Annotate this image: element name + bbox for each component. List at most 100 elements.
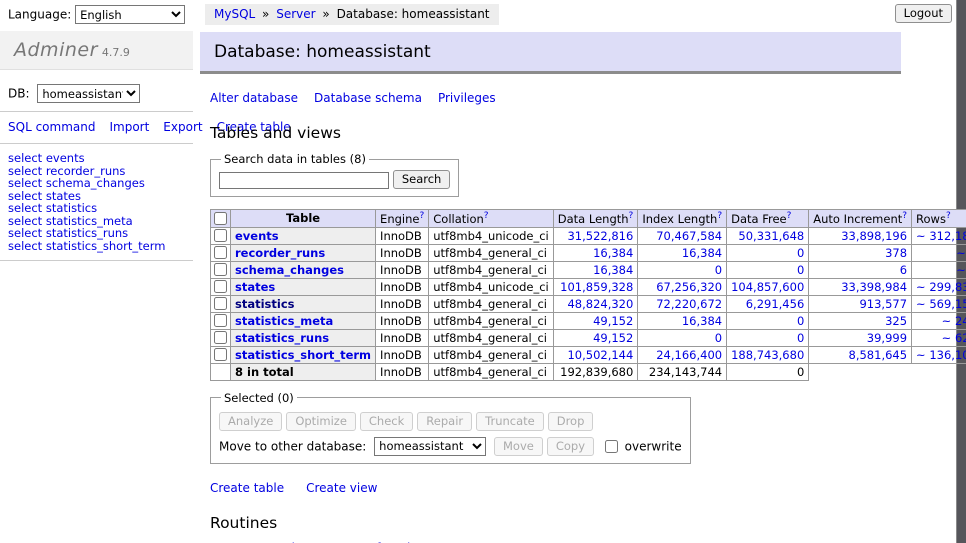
auto-increment-cell[interactable]: 33,898,196 [809, 227, 912, 244]
select-all-cell [211, 210, 231, 228]
copy-button[interactable]: Copy [547, 437, 594, 456]
select-all-checkbox[interactable] [214, 212, 227, 225]
data-free-cell[interactable]: 0 [727, 261, 809, 278]
data-length-cell[interactable]: 101,859,328 [553, 278, 638, 295]
app-version[interactable]: 4.7.9 [102, 46, 130, 59]
auto-increment-cell[interactable]: 913,577 [809, 295, 912, 312]
index-length-cell[interactable]: 70,467,584 [638, 227, 727, 244]
logout-button[interactable]: Logout [895, 4, 952, 23]
database-subnav-link[interactable]: Alter database [210, 91, 298, 105]
bulk-optimize-button[interactable]: Optimize [286, 412, 356, 431]
search-input[interactable] [219, 172, 389, 189]
data-free-cell[interactable]: 0 [727, 244, 809, 261]
sidebar-action-link[interactable]: SQL command [8, 120, 95, 134]
column-help-link[interactable]: ? [787, 211, 792, 221]
create-table-link[interactable]: Create table [210, 481, 284, 495]
column-help-link[interactable]: ? [946, 211, 951, 221]
column-help-link[interactable]: ? [484, 211, 489, 221]
rows-count-cell[interactable]: ~ 5 [912, 244, 966, 261]
column-help-link[interactable]: ? [902, 211, 907, 221]
auto-increment-cell[interactable]: 378 [809, 244, 912, 261]
table-name-link[interactable]: statistics_short_term [235, 348, 371, 362]
auto-increment-cell[interactable]: 33,398,984 [809, 278, 912, 295]
rows-count-cell[interactable]: ~ 136,108 [912, 346, 966, 363]
row-select-cell [211, 278, 231, 295]
data-length-cell[interactable]: 16,384 [553, 244, 638, 261]
sidebar-table-link[interactable]: select statistics_short_term [8, 239, 165, 253]
data-length-cell[interactable]: 31,522,816 [553, 227, 638, 244]
table-name-link[interactable]: statistics [235, 297, 295, 311]
index-length-cell[interactable]: 24,166,400 [638, 346, 727, 363]
create-view-link[interactable]: Create view [306, 481, 377, 495]
table-name-link[interactable]: states [235, 280, 275, 294]
table-name-link[interactable]: statistics_runs [235, 331, 329, 345]
bulk-truncate-button[interactable]: Truncate [476, 412, 544, 431]
sidebar-divider-2 [0, 143, 193, 144]
search-button[interactable]: Search [393, 170, 451, 189]
column-help-link[interactable]: ? [717, 211, 722, 221]
bulk-analyze-button[interactable]: Analyze [219, 412, 282, 431]
rows-count-cell[interactable]: ~ 299,833 [912, 278, 966, 295]
index-length-cell[interactable]: 0 [638, 261, 727, 278]
rows-count-cell[interactable]: ~ 244 [912, 312, 966, 329]
db-select[interactable]: homeassistant [37, 84, 140, 103]
data-free-cell[interactable]: 0 [727, 329, 809, 346]
data-free-cell[interactable]: 0 [727, 312, 809, 329]
bulk-repair-button[interactable]: Repair [417, 412, 472, 431]
auto-increment-cell[interactable]: 6 [809, 261, 912, 278]
auto-increment-cell[interactable]: 8,581,645 [809, 346, 912, 363]
sidebar-action-link[interactable]: Import [109, 120, 149, 134]
rows-count-cell[interactable]: ~ 628 [912, 329, 966, 346]
data-free-cell[interactable]: 104,857,600 [727, 278, 809, 295]
row-checkbox[interactable] [214, 229, 227, 242]
rows-count-cell[interactable]: ~ 569,159 [912, 295, 966, 312]
column-help-link[interactable]: ? [419, 211, 424, 221]
index-length-cell[interactable]: 67,256,320 [638, 278, 727, 295]
row-checkbox[interactable] [214, 263, 227, 276]
data-length-cell[interactable]: 48,824,320 [553, 295, 638, 312]
data-length-cell[interactable]: 49,152 [553, 312, 638, 329]
data-length-cell[interactable]: 16,384 [553, 261, 638, 278]
database-subnav-link[interactable]: Privileges [438, 91, 496, 105]
auto-increment-cell[interactable]: 39,999 [809, 329, 912, 346]
row-checkbox[interactable] [214, 297, 227, 310]
index-length-cell[interactable]: 0 [638, 329, 727, 346]
database-subnav-link[interactable]: Database schema [314, 91, 422, 105]
row-checkbox[interactable] [214, 314, 227, 327]
table-name-link[interactable]: events [235, 229, 279, 243]
row-select-cell [211, 244, 231, 261]
tables-footer: 8 in totalInnoDButf8mb4_general_ci192,83… [211, 363, 966, 380]
adminer-screen: Language: English Adminer4.7.9 DB: homea… [0, 0, 966, 543]
table-name-link[interactable]: schema_changes [235, 263, 344, 277]
index-length-cell[interactable]: 16,384 [638, 312, 727, 329]
language-select[interactable]: English [75, 5, 185, 24]
auto-increment-cell[interactable]: 325 [809, 312, 912, 329]
rows-count-cell[interactable]: ~ 3 [912, 261, 966, 278]
data-free-cell[interactable]: 188,743,680 [727, 346, 809, 363]
table-row: eventsInnoDButf8mb4_unicode_ci31,522,816… [211, 227, 966, 244]
move-database-select[interactable]: homeassistant [374, 437, 486, 456]
table-row: statisticsInnoDButf8mb4_general_ci48,824… [211, 295, 966, 312]
index-length-cell[interactable]: 72,220,672 [638, 295, 727, 312]
bulk-drop-button[interactable]: Drop [548, 412, 594, 431]
selected-fieldset: Selected (0) AnalyzeOptimizeCheckRepairT… [210, 391, 691, 465]
breadcrumb-link-server[interactable]: Server [276, 7, 315, 21]
column-help-link[interactable]: ? [629, 211, 634, 221]
table-name-link[interactable]: recorder_runs [235, 246, 325, 260]
rows-count-cell[interactable]: ~ 312,180 [912, 227, 966, 244]
bulk-check-button[interactable]: Check [360, 412, 413, 431]
data-length-cell[interactable]: 10,502,144 [553, 346, 638, 363]
row-checkbox[interactable] [214, 348, 227, 361]
table-name-link[interactable]: statistics_meta [235, 314, 333, 328]
move-button[interactable]: Move [494, 437, 543, 456]
index-length-cell[interactable]: 16,384 [638, 244, 727, 261]
row-checkbox[interactable] [214, 246, 227, 259]
row-checkbox[interactable] [214, 280, 227, 293]
sidebar-action-link[interactable]: Export [163, 120, 202, 134]
breadcrumb-link-mysql[interactable]: MySQL [214, 7, 255, 21]
data-free-cell[interactable]: 50,331,648 [727, 227, 809, 244]
data-free-cell[interactable]: 6,291,456 [727, 295, 809, 312]
row-checkbox[interactable] [214, 331, 227, 344]
data-length-cell[interactable]: 49,152 [553, 329, 638, 346]
overwrite-checkbox[interactable] [605, 440, 618, 453]
